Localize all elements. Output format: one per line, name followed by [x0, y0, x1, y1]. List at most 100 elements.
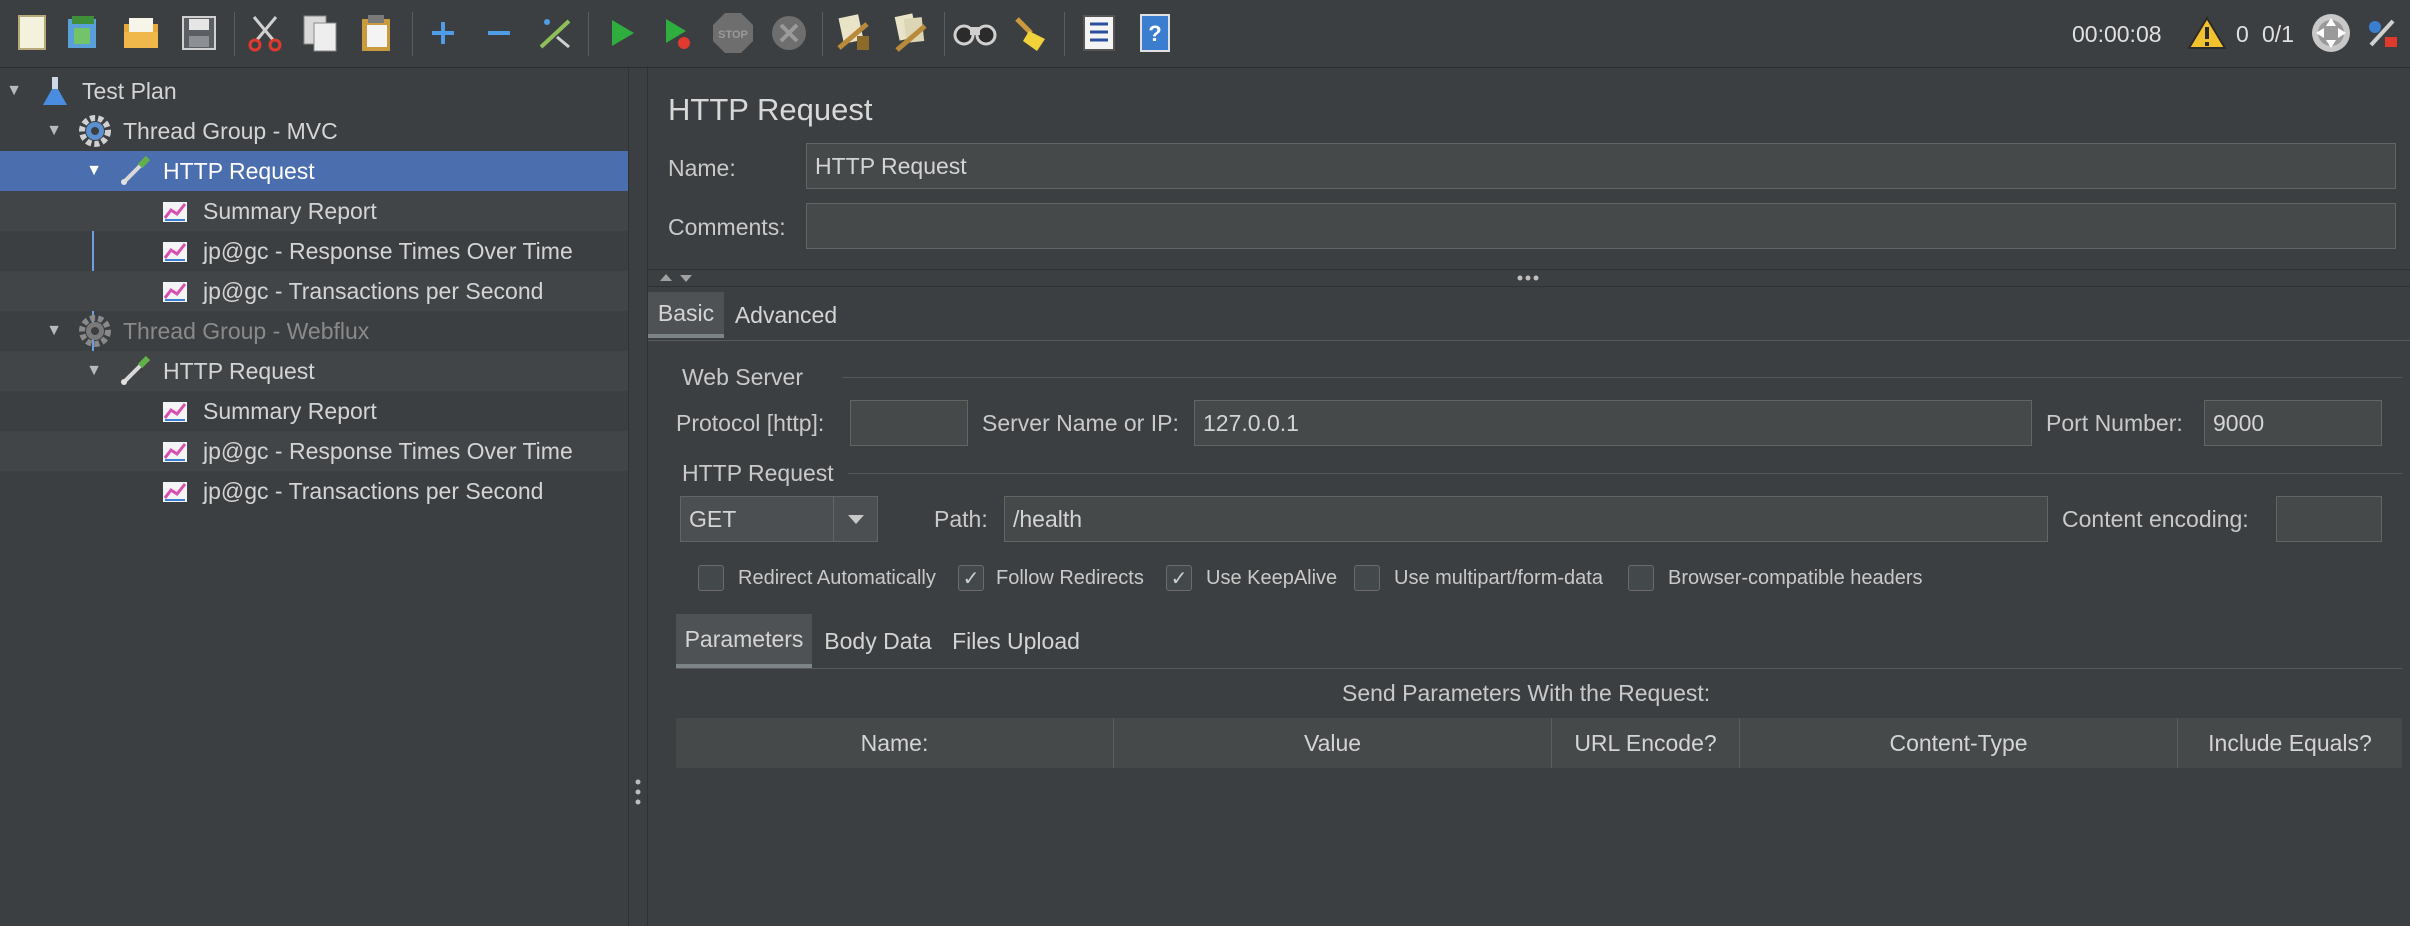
- params-caption: Send Parameters With the Request:: [1342, 680, 1711, 706]
- thread-count: 0/1: [2262, 20, 2294, 47]
- clear-icon[interactable]: [830, 10, 876, 56]
- column-header-name[interactable]: Name:: [676, 718, 1114, 768]
- split-arrows-icon[interactable]: [656, 270, 700, 286]
- use-keepalive-checkbox[interactable]: ✓: [1166, 565, 1192, 591]
- start-icon[interactable]: [598, 10, 644, 56]
- column-header-url-encode[interactable]: URL Encode?: [1552, 718, 1740, 768]
- path-field[interactable]: /health: [1004, 496, 2048, 542]
- protocol-field[interactable]: [850, 400, 968, 446]
- http-request-panel: HTTP Request Name: HTTP Request Comments…: [648, 68, 2410, 926]
- elapsed-timer: 00:00:08: [2072, 20, 2162, 47]
- comments-label: Comments:: [668, 214, 786, 240]
- remote-status-icon[interactable]: [2308, 10, 2354, 56]
- expand-icon[interactable]: [420, 10, 466, 56]
- name-field[interactable]: HTTP Request: [806, 143, 2396, 189]
- drag-handle-icon: [635, 779, 641, 805]
- tree-item-thread-group-mvc[interactable]: ▼ Thread Group - MVC: [0, 111, 628, 151]
- shutdown-icon[interactable]: [766, 10, 812, 56]
- collapse-toggle-icon[interactable]: ▼: [43, 320, 65, 342]
- name-label: Name:: [668, 155, 736, 181]
- stop-icon[interactable]: STOP: [710, 10, 756, 56]
- browser-compatible-headers-label: Browser-compatible headers: [1668, 567, 1923, 589]
- column-header-content-type[interactable]: Content-Type: [1740, 718, 2178, 768]
- collapse-icon[interactable]: [476, 10, 522, 56]
- tree-item-transactions-per-second[interactable]: jp@gc - Transactions per Second: [0, 471, 628, 511]
- collapse-toggle-icon[interactable]: ▼: [83, 360, 105, 382]
- browser-compatible-headers-checkbox[interactable]: [1628, 565, 1654, 591]
- tab-files-upload[interactable]: Files Upload: [944, 614, 1088, 668]
- column-header-include-equals[interactable]: Include Equals?: [2178, 718, 2402, 768]
- tree-item-label: Thread Group - Webflux: [123, 317, 370, 344]
- cut-icon[interactable]: [242, 10, 288, 56]
- paste-icon[interactable]: [354, 10, 400, 56]
- main-toolbar: STOP ? 00:00:08 0 0/1: [0, 0, 2410, 68]
- redirect-automatically-checkbox[interactable]: [698, 565, 724, 591]
- search-icon[interactable]: [952, 10, 998, 56]
- function-helper-icon[interactable]: [1076, 10, 1122, 56]
- toggle-icon[interactable]: [532, 10, 578, 56]
- tree-item-summary-report[interactable]: Summary Report: [0, 391, 628, 431]
- content-encoding-field[interactable]: [2276, 496, 2382, 542]
- tab-advanced[interactable]: Advanced: [728, 292, 844, 338]
- tab-parameters[interactable]: Parameters: [676, 614, 812, 668]
- vertical-splitter[interactable]: [628, 68, 648, 926]
- tree-item-summary-report[interactable]: Summary Report: [0, 191, 628, 231]
- save-icon[interactable]: [176, 10, 222, 56]
- tree-item-http-request-webflux[interactable]: ▼ HTTP Request: [0, 351, 628, 391]
- column-header-value[interactable]: Value: [1114, 718, 1552, 768]
- method-select[interactable]: GET: [680, 496, 878, 542]
- more-icon: [1517, 275, 1539, 281]
- pipette-icon: [118, 154, 152, 188]
- tree-item-http-request-mvc[interactable]: ▼ HTTP Request: [0, 151, 628, 191]
- gear-icon: [78, 114, 112, 148]
- svg-text:STOP: STOP: [718, 29, 748, 41]
- templates-icon[interactable]: [60, 10, 106, 56]
- tab-body-data[interactable]: Body Data: [818, 614, 938, 668]
- graph-icon: [158, 394, 192, 428]
- tree-item-label: jp@gc - Response Times Over Time: [203, 237, 573, 264]
- use-multipart-checkbox[interactable]: [1354, 565, 1380, 591]
- svg-text:?: ?: [1148, 21, 1161, 46]
- tree-item-label: jp@gc - Transactions per Second: [203, 277, 544, 304]
- start-no-pauses-icon[interactable]: [654, 10, 700, 56]
- web-server-group-title: Web Server: [682, 364, 804, 390]
- port-field[interactable]: 9000: [2204, 400, 2382, 446]
- graph-icon: [158, 234, 192, 268]
- redirect-automatically-label: Redirect Automatically: [738, 567, 936, 589]
- tab-basic[interactable]: Basic: [648, 292, 724, 338]
- comments-field[interactable]: [806, 203, 2396, 249]
- tree-item-transactions-per-second[interactable]: jp@gc - Transactions per Second: [0, 271, 628, 311]
- collapse-toggle-icon[interactable]: ▼: [83, 160, 105, 182]
- copy-icon[interactable]: [298, 10, 344, 56]
- port-label: Port Number:: [2046, 410, 2183, 436]
- tree-item-label: Thread Group - MVC: [123, 117, 338, 144]
- help-icon[interactable]: ?: [1132, 10, 1178, 56]
- tree-item-test-plan[interactable]: ▼ Test Plan: [0, 71, 628, 111]
- tree-item-response-times[interactable]: jp@gc - Response Times Over Time: [0, 231, 628, 271]
- flask-icon: [38, 74, 72, 108]
- collapse-toggle-icon[interactable]: ▼: [43, 120, 65, 142]
- tree-item-response-times[interactable]: jp@gc - Response Times Over Time: [0, 431, 628, 471]
- warning-icon[interactable]: [2184, 10, 2230, 56]
- reset-search-icon[interactable]: [1008, 10, 1054, 56]
- graph-icon: [158, 274, 192, 308]
- new-icon[interactable]: [10, 10, 56, 56]
- pipette-icon: [118, 354, 152, 388]
- graph-icon: [158, 434, 192, 468]
- panel-divider[interactable]: [648, 269, 2410, 287]
- server-name-field[interactable]: 127.0.0.1: [1194, 400, 2032, 446]
- tree-item-thread-group-webflux[interactable]: ▼ Thread Group - Webflux: [0, 311, 628, 351]
- open-icon[interactable]: [118, 10, 164, 56]
- server-name-label: Server Name or IP:: [982, 410, 1179, 436]
- tree-item-label: Test Plan: [82, 77, 177, 104]
- tree-item-label: HTTP Request: [163, 157, 315, 184]
- clear-all-icon[interactable]: [888, 10, 934, 56]
- log-viewer-icon[interactable]: [2360, 10, 2406, 56]
- follow-redirects-checkbox[interactable]: ✓: [958, 565, 984, 591]
- tree-item-label: HTTP Request: [163, 357, 315, 384]
- chevron-down-icon[interactable]: [833, 497, 877, 541]
- use-keepalive-label: Use KeepAlive: [1206, 567, 1338, 589]
- collapse-toggle-icon[interactable]: ▼: [3, 80, 25, 102]
- tree-item-label: jp@gc - Response Times Over Time: [203, 437, 573, 464]
- gear-icon: [78, 314, 112, 348]
